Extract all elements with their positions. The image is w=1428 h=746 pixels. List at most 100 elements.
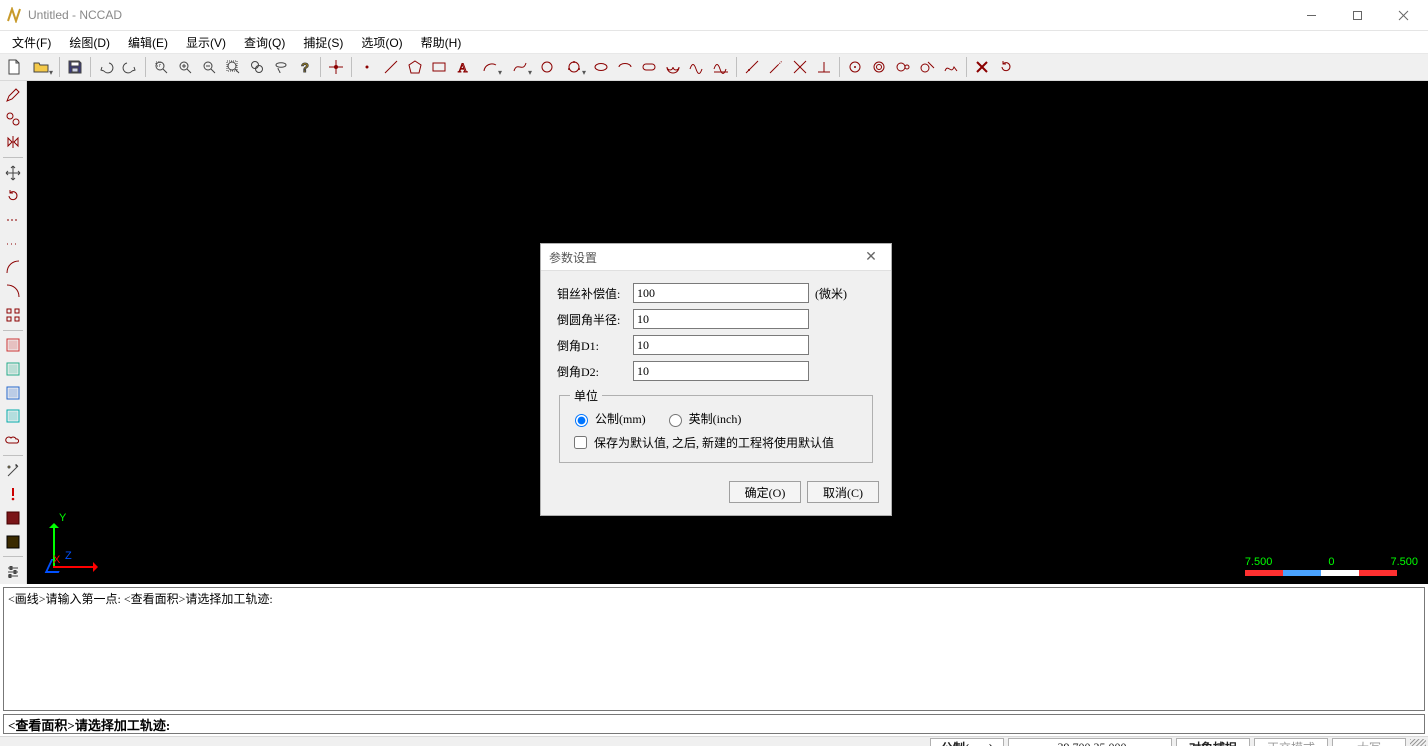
dialog-titlebar[interactable]: 参数设置 ✕ [541, 244, 891, 271]
radio-inch[interactable]: 英制(inch) [664, 410, 742, 427]
arc-icon[interactable] [475, 55, 505, 79]
status-ortho[interactable]: 正交模式 [1254, 738, 1328, 746]
polygon-icon[interactable] [403, 55, 427, 79]
stop-red-icon[interactable] [1, 507, 25, 529]
concentric-icon[interactable] [867, 55, 891, 79]
cloud-icon[interactable] [1, 429, 25, 451]
curve-r-icon[interactable] [1, 280, 25, 302]
layer-red-icon[interactable] [1, 335, 25, 357]
command-history[interactable]: <画线>请输入第一点: <查看面积>请选择加工轨迹: [3, 587, 1425, 711]
status-snap[interactable]: 对象捕捉 [1176, 738, 1250, 746]
link-icon[interactable] [1, 108, 25, 130]
circle-3pt-icon[interactable] [559, 55, 589, 79]
comp-input[interactable] [633, 283, 809, 303]
zoom-out-icon[interactable] [197, 55, 221, 79]
lasso-select-icon[interactable] [269, 55, 293, 79]
curve-l-icon[interactable] [1, 257, 25, 279]
zoom-extents-icon[interactable] [221, 55, 245, 79]
save-file-icon[interactable] [63, 55, 87, 79]
radio-metric[interactable]: 公制(mm) [570, 410, 646, 427]
open-file-icon[interactable] [26, 55, 56, 79]
menu-view[interactable]: 显示(V) [178, 32, 234, 53]
rectangle-icon[interactable] [427, 55, 451, 79]
zoom-in-icon[interactable] [173, 55, 197, 79]
minimize-button[interactable] [1288, 0, 1334, 30]
ellipse-arc-icon[interactable] [613, 55, 637, 79]
point-crosshair-icon[interactable] [324, 55, 348, 79]
alert-icon[interactable] [1, 483, 25, 505]
rotate-sketch-icon[interactable] [994, 55, 1018, 79]
tangent-circle-icon[interactable] [891, 55, 915, 79]
new-file-icon[interactable] [2, 55, 26, 79]
extend-icon[interactable] [764, 55, 788, 79]
dot-icon[interactable] [355, 55, 379, 79]
radio-inch-input[interactable] [669, 414, 682, 427]
wand-icon[interactable] [1, 460, 25, 482]
status-caps[interactable]: 大写 [1332, 738, 1406, 746]
array-grid-icon[interactable] [1, 304, 25, 326]
delete-x-icon[interactable] [970, 55, 994, 79]
wave-icon[interactable] [685, 55, 709, 79]
spline-icon[interactable] [505, 55, 535, 79]
ellipse-icon[interactable] [589, 55, 613, 79]
save-default-input[interactable] [574, 436, 587, 449]
tangent-line-icon[interactable] [915, 55, 939, 79]
layer-blue-icon[interactable] [1, 382, 25, 404]
window-title: Untitled - NCCAD [28, 8, 122, 22]
layer-cyan-icon[interactable] [1, 406, 25, 428]
redo-icon[interactable] [118, 55, 142, 79]
scale-seg [1245, 570, 1283, 576]
status-units[interactable]: 公制(mm) [930, 738, 1004, 746]
fillet-shape-icon[interactable] [661, 55, 685, 79]
slot-icon[interactable] [637, 55, 661, 79]
undo-icon[interactable] [94, 55, 118, 79]
wave2-icon[interactable] [709, 55, 733, 79]
circle-center-icon[interactable] [843, 55, 867, 79]
menu-draw[interactable]: 绘图(D) [61, 32, 118, 53]
axis-label-x: X [53, 554, 111, 566]
cancel-button[interactable]: 取消(C) [807, 481, 879, 503]
menu-file[interactable]: 文件(F) [4, 32, 59, 53]
pan-icon[interactable] [245, 55, 269, 79]
fillet-input[interactable] [633, 309, 809, 329]
comp-label: 钼丝补偿值: [557, 285, 633, 302]
axis-gizmo: Y X Z [45, 516, 105, 576]
close-button[interactable] [1380, 0, 1426, 30]
dialog-close-icon[interactable]: ✕ [859, 249, 883, 266]
help-icon[interactable]: ? [293, 55, 317, 79]
app-icon [6, 7, 22, 23]
dashed-line-icon[interactable] [1, 209, 25, 231]
trim-icon[interactable] [740, 55, 764, 79]
command-input[interactable] [3, 714, 1425, 734]
d1-input[interactable] [633, 335, 809, 355]
axis-label-z: Z [65, 550, 72, 562]
menu-edit[interactable]: 编辑(E) [120, 32, 176, 53]
save-default-checkbox[interactable]: 保存为默认值, 之后, 新建的工程将使用默认值 [570, 433, 862, 452]
menu-help[interactable]: 帮助(H) [413, 32, 470, 53]
stop-dark-icon[interactable] [1, 531, 25, 553]
draw-pencil-icon[interactable] [1, 84, 25, 106]
menu-options[interactable]: 选项(O) [353, 32, 410, 53]
menu-snap[interactable]: 捕捉(S) [295, 32, 351, 53]
circle-icon[interactable] [535, 55, 559, 79]
line-icon[interactable] [379, 55, 403, 79]
d2-input[interactable] [633, 361, 809, 381]
rotate-icon[interactable] [1, 186, 25, 208]
sketch-icon[interactable] [939, 55, 963, 79]
settings-sliders-icon[interactable] [1, 561, 25, 583]
dot-line-icon[interactable] [1, 233, 25, 255]
zoom-window-icon[interactable] [149, 55, 173, 79]
radio-metric-input[interactable] [575, 414, 588, 427]
layer-green-icon[interactable] [1, 358, 25, 380]
resize-grip-icon[interactable] [1410, 739, 1426, 746]
mirror-h-icon[interactable] [1, 131, 25, 153]
text-icon[interactable]: A [451, 55, 475, 79]
menu-query[interactable]: 查询(Q) [236, 32, 293, 53]
scale-seg [1321, 570, 1359, 576]
maximize-button[interactable] [1334, 0, 1380, 30]
perpendicular-icon[interactable] [812, 55, 836, 79]
move-icon[interactable] [1, 162, 25, 184]
break-icon[interactable] [788, 55, 812, 79]
ok-button[interactable]: 确定(O) [729, 481, 801, 503]
fillet-label: 倒圆角半径: [557, 311, 633, 328]
